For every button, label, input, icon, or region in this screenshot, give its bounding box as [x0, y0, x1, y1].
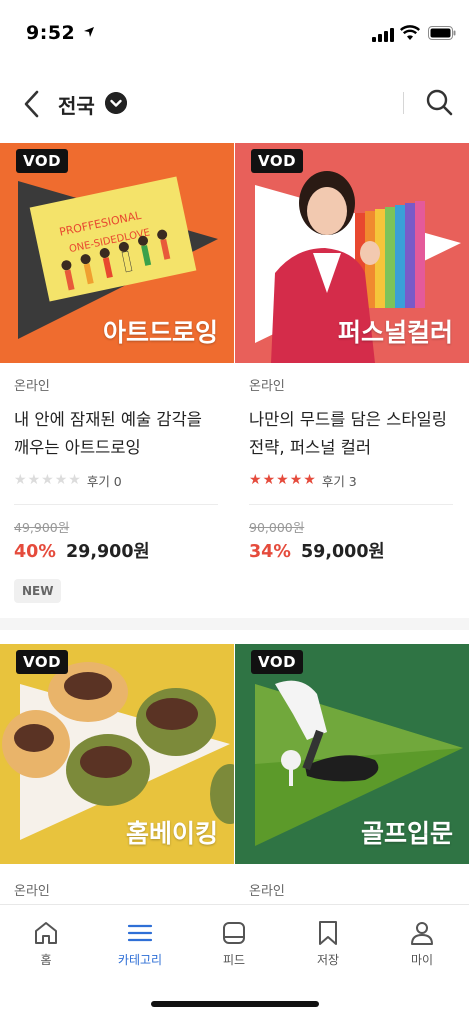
tab-label: 피드: [222, 953, 246, 967]
star-icon: ★: [14, 472, 27, 488]
bookmark-icon: [319, 921, 337, 945]
tab-label: 홈: [40, 953, 52, 967]
region-selector-label[interactable]: 전국: [58, 90, 95, 119]
product-title-line: 내 안에 잠재된 예술 감각을: [14, 410, 202, 429]
review-count: 후기 3: [321, 473, 357, 489]
tab-home[interactable]: 홈: [6, 919, 86, 968]
review-count: 후기 0: [86, 473, 122, 489]
home-indicator: [151, 1001, 319, 1007]
product-card[interactable]: VOD 퍼스널컬러 온라인 나만의 무드를 담은 스타일링 전략, 퍼스널 컬러…: [235, 143, 469, 618]
price-row: 40% 29,900원: [14, 538, 218, 563]
product-title[interactable]: 내 안에 잠재된 예술 감각을 깨우는 아트드로잉: [14, 406, 218, 462]
thumbnail-title: 아트드로잉: [102, 318, 218, 347]
location-arrow-icon: [84, 27, 94, 37]
review-row: ★ ★ ★ ★ ★ 후기 0: [14, 470, 218, 490]
tab-label: 마이: [410, 953, 434, 967]
chevron-down-icon[interactable]: [105, 92, 127, 114]
top-header: 전국: [0, 76, 469, 132]
feed-icon: [223, 922, 245, 944]
product-thumbnail[interactable]: VOD 퍼스널컬러: [235, 143, 469, 363]
thumbnail-title: 퍼스널컬러: [337, 318, 453, 347]
price-row: 34% 59,000원: [249, 538, 453, 563]
star-icon: ★: [262, 472, 276, 488]
search-icon[interactable]: [424, 87, 454, 119]
tab-label: 저장: [316, 953, 340, 967]
star-icon: ★: [249, 472, 262, 488]
product-thumbnail[interactable]: VOD 홈베이킹: [0, 644, 234, 864]
vod-badge: VOD: [16, 149, 69, 173]
thumbnail-title: 홈베이킹: [125, 819, 218, 848]
rating-stars: ★ ★ ★ ★ ★: [249, 472, 316, 488]
tab-saved[interactable]: 저장: [288, 919, 368, 968]
header-divider: [403, 92, 404, 114]
person-icon: [411, 922, 433, 945]
tab-my[interactable]: 마이: [382, 919, 462, 968]
star-icon: ★: [303, 472, 316, 488]
vod-badge: VOD: [251, 149, 304, 173]
divider: [14, 504, 218, 505]
battery-icon: [428, 26, 456, 40]
back-arrow-icon[interactable]: [18, 88, 48, 120]
product-card[interactable]: VOD 골프입문 온라인: [235, 644, 469, 904]
product-category: 온라인: [249, 379, 285, 394]
product-category: 온라인: [14, 379, 50, 394]
review-row: ★ ★ ★ ★ ★ 후기 3: [249, 470, 453, 490]
star-icon: ★: [289, 472, 303, 488]
discount-rate: 34%: [249, 542, 291, 562]
star-icon: ★: [68, 472, 81, 488]
new-badge: NEW: [14, 579, 62, 603]
star-icon: ★: [41, 472, 54, 488]
status-bar: 9:52: [0, 0, 469, 62]
product-info: 온라인: [249, 880, 453, 899]
vod-badge: VOD: [16, 650, 69, 674]
product-category: 온라인: [14, 884, 50, 899]
original-price: 90,000원: [249, 520, 305, 535]
original-price: 49,900원: [14, 520, 70, 535]
star-icon: ★: [54, 472, 68, 488]
divider: [249, 504, 453, 505]
star-icon: ★: [27, 472, 41, 488]
thumbnail-title: 골프입문: [360, 819, 453, 848]
cellular-signal-icon: [372, 28, 394, 42]
product-info: 온라인 내 안에 잠재된 예술 감각을 깨우는 아트드로잉 ★ ★ ★ ★ ★ …: [14, 375, 218, 603]
product-category: 온라인: [249, 884, 285, 899]
sale-price: 59,000원: [300, 542, 385, 562]
product-card[interactable]: PROFFESIONAL ONE-SIDEDLOVE VOD 아트드로잉 온라인…: [0, 143, 234, 618]
product-title-line: 깨우는 아트드로잉: [14, 438, 141, 457]
star-icon: ★: [276, 472, 289, 488]
menu-icon: [127, 924, 153, 942]
product-card[interactable]: VOD 홈베이킹 온라인: [0, 644, 234, 904]
product-thumbnail[interactable]: VOD 골프입문: [235, 644, 469, 864]
discount-rate: 40%: [14, 542, 56, 562]
wifi-icon: [400, 25, 420, 40]
product-title[interactable]: 나만의 무드를 담은 스타일링 전략, 퍼스널 컬러: [249, 406, 453, 462]
product-thumbnail[interactable]: PROFFESIONAL ONE-SIDEDLOVE VOD 아트드로잉: [0, 143, 234, 363]
tab-category[interactable]: 카테고리: [100, 919, 180, 968]
tab-feed[interactable]: 피드: [194, 919, 274, 968]
vod-badge: VOD: [251, 650, 304, 674]
section-divider: [0, 618, 469, 630]
rating-stars: ★ ★ ★ ★ ★: [14, 472, 81, 488]
sale-price: 29,900원: [65, 542, 150, 562]
product-title-line: 나만의 무드를 담은 스타일링: [249, 410, 447, 429]
product-title-line: 전략, 퍼스널 컬러: [249, 438, 371, 457]
product-info: 온라인 나만의 무드를 담은 스타일링 전략, 퍼스널 컬러 ★ ★ ★ ★ ★…: [249, 375, 453, 563]
home-icon: [35, 922, 57, 944]
tab-label: 카테고리: [117, 953, 163, 967]
product-info: 온라인: [14, 880, 218, 899]
status-time: 9:52: [26, 22, 76, 44]
